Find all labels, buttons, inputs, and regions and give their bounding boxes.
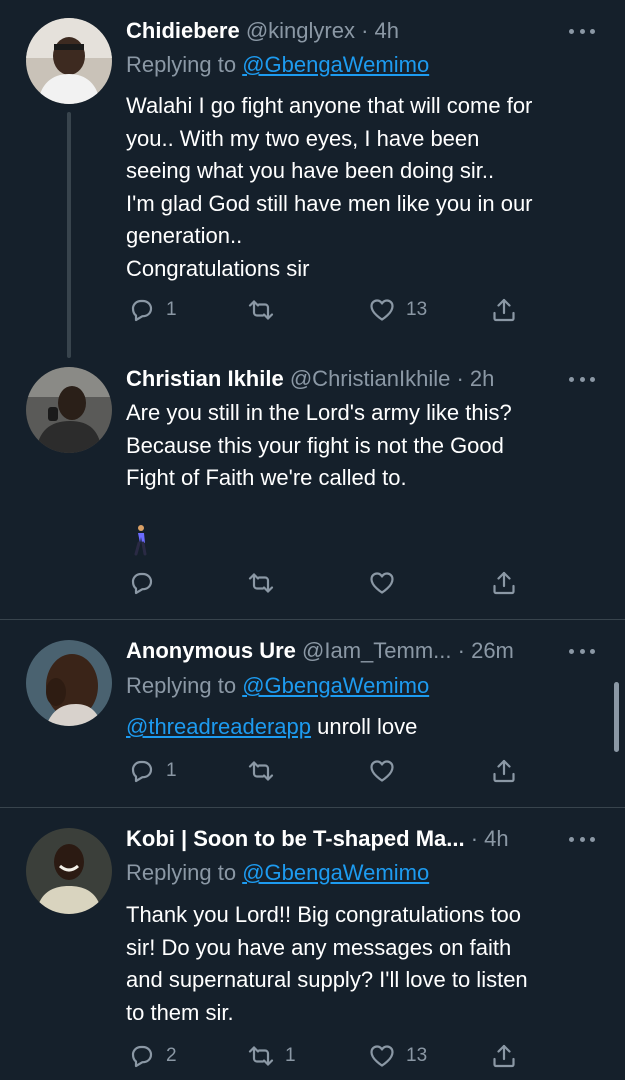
action-bar: 2 1 13 (0, 1039, 625, 1073)
user-handle[interactable]: @Iam_Temm... (302, 638, 451, 663)
reply-button[interactable] (128, 566, 156, 600)
heart-icon (370, 572, 394, 594)
share-icon (493, 1044, 515, 1068)
like-count: 13 (406, 299, 428, 320)
share-button[interactable] (490, 754, 518, 788)
action-bar (0, 566, 625, 600)
tweet-kobi[interactable]: Kobi | Soon to be T-shaped Ma... · 4h Re… (0, 808, 625, 1080)
retweet-icon (248, 573, 274, 593)
retweet-count: 1 (285, 1045, 296, 1066)
reply-icon (131, 760, 153, 783)
tweet-text-line: generation.. (126, 223, 243, 248)
share-button[interactable] (490, 566, 518, 600)
heart-icon (370, 299, 394, 321)
action-bar: 1 (0, 754, 625, 788)
timestamp[interactable]: · 4h (361, 18, 399, 43)
tweet-text-line: Thank you Lord!! Big congratulations too (126, 902, 522, 927)
tweet-text-line: Because this your fight is not the Good (126, 432, 504, 458)
reply-icon (131, 572, 153, 595)
more-options-icon[interactable] (569, 641, 595, 661)
like-button[interactable] (368, 566, 396, 600)
replying-to: Replying to @GbengaWemimo (126, 50, 429, 80)
like-button[interactable]: 13 (368, 293, 427, 327)
tweet-header: Kobi | Soon to be T-shaped Ma... · 4h (126, 824, 555, 854)
reply-count: 1 (166, 760, 177, 781)
tweet-header: Anonymous Ure @Iam_Temm... · 26m (126, 636, 555, 666)
retweet-button[interactable] (247, 293, 275, 327)
reply-icon (131, 1045, 153, 1068)
replying-to-prefix: Replying to (126, 673, 243, 698)
tweet-anonymous-ure[interactable]: Anonymous Ure @Iam_Temm... · 26m Replyin… (0, 620, 625, 807)
tweet-header: Chidiebere @kinglyrex · 4h (126, 16, 555, 46)
tweet-text-line: seeing what you have been doing sir.. (126, 158, 495, 183)
reply-button[interactable]: 2 (128, 1039, 177, 1073)
tweet-text-line: Fight of Faith we're called to. (126, 465, 407, 490)
tweet-text-line: and supernatural supply? I'll love to li… (126, 967, 528, 992)
action-bar: 1 13 (0, 293, 625, 327)
more-options-icon[interactable] (569, 829, 595, 849)
display-name[interactable]: Christian Ikhile (126, 366, 284, 391)
tweet-text: Walahi I go fight anyone that will come … (126, 90, 606, 285)
retweet-icon (248, 300, 274, 320)
more-options-icon[interactable] (569, 21, 595, 41)
share-button[interactable] (490, 293, 518, 327)
retweet-button[interactable] (247, 754, 275, 788)
scrollbar[interactable] (614, 682, 619, 752)
avatar[interactable] (26, 828, 112, 914)
heart-icon (370, 1045, 394, 1067)
heart-icon (370, 760, 394, 782)
display-name[interactable]: Anonymous Ure (126, 638, 296, 663)
retweet-icon (248, 1046, 274, 1066)
reply-count: 1 (166, 299, 177, 320)
tweet-text-line: I'm glad God still have men like you in … (126, 190, 533, 216)
replying-to-link[interactable]: @GbengaWemimo (242, 673, 429, 698)
user-handle[interactable]: @kinglyrex (246, 18, 355, 43)
tweet-text-line: Are you still in the Lord's army like th… (126, 400, 512, 425)
tweet-text: Thank you Lord!! Big congratulations too… (126, 899, 606, 1029)
replying-to-link[interactable]: @GbengaWemimo (242, 52, 429, 77)
tweet-text-line: to them sir. (126, 999, 234, 1025)
timestamp[interactable]: · 26m (458, 638, 514, 663)
tweet-text: Are you still in the Lord's army like th… (126, 397, 606, 495)
share-icon (493, 571, 515, 595)
replying-to: Replying to @GbengaWemimo (126, 858, 429, 888)
avatar[interactable] (26, 640, 112, 726)
avatar[interactable] (26, 18, 112, 104)
tweet-text: @threadreaderapp unroll love (126, 711, 606, 744)
tweet-chidiebere[interactable]: Chidiebere @kinglyrex · 4h Replying to @… (0, 0, 625, 358)
reply-count: 2 (166, 1045, 177, 1066)
mention-link[interactable]: @threadreaderapp (126, 714, 311, 739)
tweet-text-line: you.. With my two eyes, I have been (126, 125, 480, 151)
tweet-text-line: Congratulations sir (126, 255, 310, 281)
reply-icon (131, 299, 153, 322)
tweet-text-line: unroll love (311, 714, 418, 739)
reply-button[interactable]: 1 (128, 754, 177, 788)
reply-button[interactable]: 1 (128, 293, 177, 327)
replying-to: Replying to @GbengaWemimo (126, 671, 429, 701)
display-name[interactable]: Kobi | Soon to be T-shaped Ma... (126, 826, 465, 851)
share-icon (493, 298, 515, 322)
avatar[interactable] (26, 367, 112, 453)
timestamp[interactable]: · 4h (471, 826, 509, 851)
tweet-text-line: sir! Do you have any messages on faith (126, 934, 512, 960)
like-button[interactable] (368, 754, 396, 788)
like-button[interactable]: 13 (368, 1039, 427, 1073)
timestamp[interactable]: · 2h (456, 366, 494, 391)
tweet-text-line: Walahi I go fight anyone that will come … (126, 93, 533, 118)
retweet-icon (248, 761, 274, 781)
share-button[interactable] (490, 1039, 518, 1073)
user-handle[interactable]: @ChristianIkhile (290, 366, 451, 391)
retweet-button[interactable] (247, 566, 275, 600)
share-icon (493, 759, 515, 783)
replying-to-prefix: Replying to (126, 52, 243, 77)
person-walking-emoji-icon (134, 525, 147, 556)
display-name[interactable]: Chidiebere (126, 18, 240, 43)
like-count: 13 (406, 1045, 428, 1066)
replying-to-link[interactable]: @GbengaWemimo (242, 860, 429, 885)
more-options-icon[interactable] (569, 369, 595, 389)
replying-to-prefix: Replying to (126, 860, 243, 885)
retweet-button[interactable]: 1 (247, 1039, 296, 1073)
tweet-christian-ikhile[interactable]: Christian Ikhile @ChristianIkhile · 2h A… (0, 350, 625, 620)
tweet-header: Christian Ikhile @ChristianIkhile · 2h (126, 364, 555, 394)
